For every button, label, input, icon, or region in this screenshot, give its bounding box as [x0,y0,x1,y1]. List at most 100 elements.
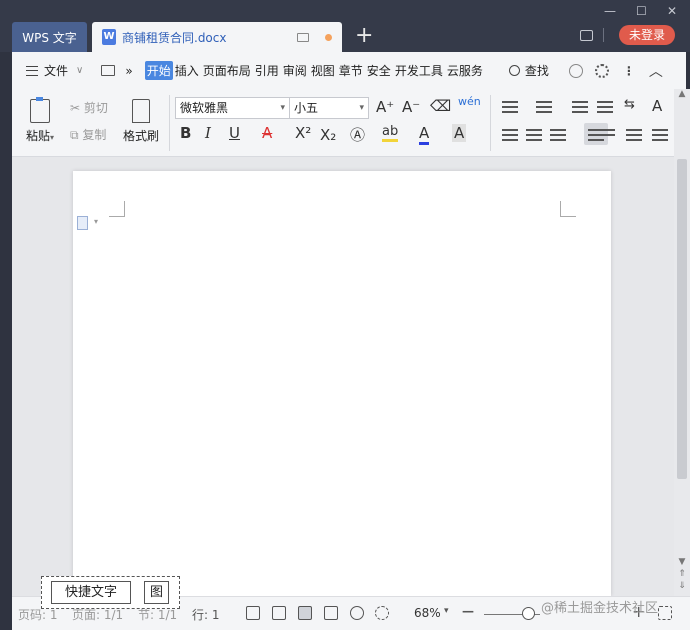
divider [490,95,491,151]
tab-review[interactable]: 审阅 [281,62,309,79]
decrease-indent-icon[interactable] [572,101,588,113]
align-center-icon[interactable] [526,129,542,141]
tab-document[interactable]: W 商铺租赁合同.docx [92,22,342,52]
more-menu-icon[interactable]: » [123,64,134,78]
quick-toolbar: 快捷文字 图 [41,576,180,609]
page-up-icon[interactable]: ⇑ [675,569,689,581]
shrink-font-button[interactable]: A⁻ [402,98,420,116]
page-down-icon[interactable]: ⇓ [675,581,689,593]
line-spacing-icon[interactable] [626,129,642,141]
tab-references[interactable]: 引用 [253,62,281,79]
tab-security[interactable]: 安全 [365,62,393,79]
zoom-slider-knob[interactable] [522,607,535,620]
tab-cloud[interactable]: 云服务 [445,62,485,79]
search-button[interactable]: 查找 [523,62,551,79]
numbered-list-icon[interactable] [536,101,552,113]
collapse-ribbon-icon[interactable]: ︿ [649,61,663,81]
text-direction-icon[interactable]: ⇆ [624,97,635,112]
zoom-level[interactable]: 68% [414,606,441,620]
cut-button[interactable]: ✂ 剪切 [70,99,108,116]
smiley-icon[interactable] [568,63,583,78]
maximize-button[interactable]: ☐ [636,4,647,18]
image-button[interactable]: 图 [144,581,169,604]
strikethrough-button[interactable]: A [262,124,272,142]
distributed-icon[interactable] [600,129,615,141]
login-button[interactable]: 未登录 [619,25,675,45]
italic-button[interactable]: I [205,124,211,142]
window-layout-icon[interactable] [580,30,593,41]
char-shading-button[interactable]: A [452,124,467,142]
menu-file[interactable]: 文件 [42,62,70,79]
tab-home[interactable]: 开始 [144,61,173,80]
fullscreen-icon[interactable] [246,606,260,620]
pinyin-button[interactable]: wén [458,95,481,108]
title-bar: — ☐ ✕ WPS 文字 W 商铺租赁合同.docx + 未登录 [0,0,690,52]
cut-label: 剪切 [83,101,108,115]
quick-text-button[interactable]: 快捷文字 [51,581,131,604]
paste-label: 粘贴 [25,129,50,143]
align-left-icon[interactable] [502,129,518,141]
web-view-icon[interactable] [350,606,364,620]
page-view-icon[interactable] [298,606,312,620]
watermark-text: @稀土掘金技术社区 [541,601,659,616]
margin-corner-top-left [109,201,125,217]
search-icon[interactable] [508,65,520,76]
minimize-button[interactable]: — [604,4,616,18]
tab-insert[interactable]: 插入 [173,62,201,79]
align-right-icon[interactable] [550,129,566,141]
tab-wps-home[interactable]: WPS 文字 [12,22,87,52]
document-page[interactable]: ▾ [73,171,611,596]
chevron-down-icon[interactable]: ▾ [94,217,98,226]
tab-section[interactable]: 章节 [337,62,365,79]
monitor-icon[interactable] [297,32,309,42]
font-name-value: 微软雅黑 [180,101,229,115]
subscript-button[interactable]: X₂ [320,126,336,144]
close-button[interactable]: ✕ [667,4,677,18]
chevron-down-icon: ▾ [280,103,285,113]
scroll-thumb[interactable] [677,159,687,479]
font-size-select[interactable]: 小五 ▾ [289,97,369,119]
hamburger-icon[interactable] [26,65,38,76]
new-tab-button[interactable]: + [355,24,373,48]
folder-icon[interactable] [101,65,116,76]
chevron-down-icon[interactable]: ∨ [74,65,85,76]
paragraph-mark-icon[interactable] [77,216,88,230]
document-workspace: ▾ [12,157,674,596]
grow-font-button[interactable]: A⁺ [376,98,394,116]
tab-view[interactable]: 视图 [309,62,337,79]
copy-button[interactable]: ⧉ 复制 [70,126,106,143]
vertical-scrollbar[interactable]: ▲ ▼ ⇑ ⇓ [674,89,690,596]
more-options-icon[interactable]: ⋮ [623,64,635,78]
row-number[interactable]: 行: 1 [192,606,220,623]
read-mode-icon[interactable] [272,606,286,620]
superscript-button[interactable]: X² [295,124,311,142]
gear-icon[interactable] [594,63,609,78]
copy-label: 复制 [82,128,107,142]
sort-icon[interactable]: A [652,97,662,115]
margin-corner-top-right [560,201,576,217]
tab-developer[interactable]: 开发工具 [393,62,445,79]
bullet-list-icon[interactable] [502,101,518,113]
tab-page-layout[interactable]: 页面布局 [201,62,253,79]
eraser-icon[interactable]: ⌫ [430,97,451,115]
copy-icon: ⧉ [70,128,79,142]
tab-document-label: 商铺租赁合同.docx [122,30,227,45]
paragraph-settings-icon[interactable] [652,129,668,141]
chevron-down-icon[interactable]: ▾ [444,606,449,616]
scroll-down-icon[interactable]: ▼ [675,557,689,569]
highlight-button[interactable]: ab [382,124,399,142]
divider [603,28,604,42]
paste-button[interactable]: 粘贴▾ [22,97,58,144]
bold-button[interactable]: B [180,124,191,142]
font-name-select[interactable]: 微软雅黑 ▾ [175,97,290,119]
underline-button[interactable]: U [229,124,240,142]
outline-view-icon[interactable] [324,606,338,620]
scroll-up-icon[interactable]: ▲ [675,89,689,101]
increase-indent-icon[interactable] [597,101,613,113]
text-effect-button[interactable]: Ⓐ [350,124,365,145]
zoom-out-button[interactable]: — [462,604,474,618]
eye-protection-icon[interactable] [375,606,389,620]
format-painter-button[interactable]: 格式刷 [120,99,162,144]
fit-page-icon[interactable] [658,606,672,620]
font-color-button[interactable]: A [419,124,430,145]
